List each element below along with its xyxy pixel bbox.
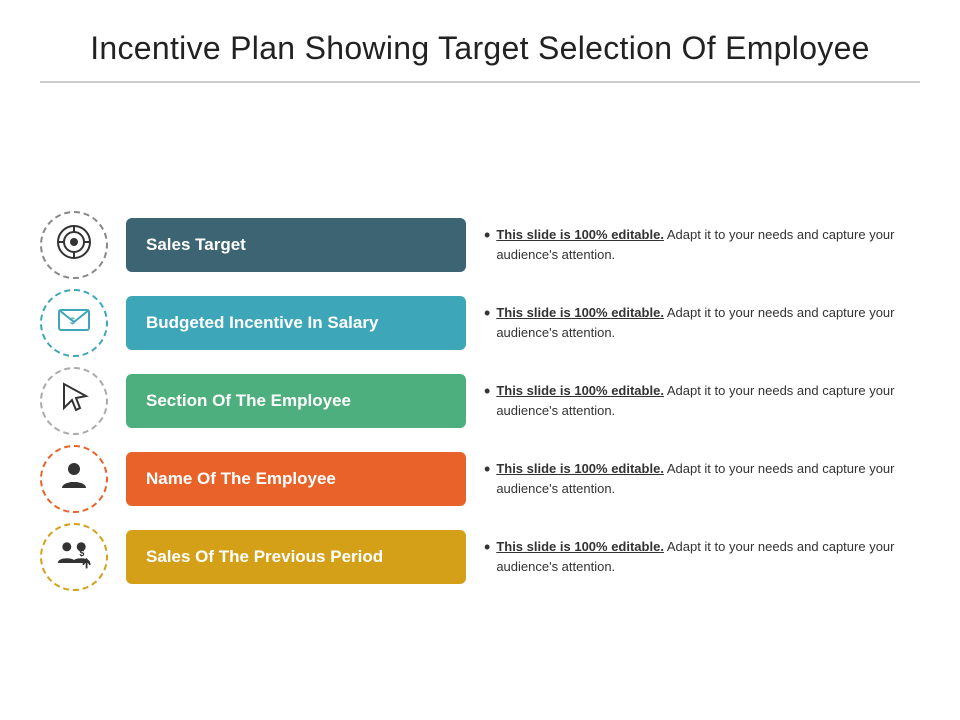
label-text-sales-target: Sales Target — [146, 235, 246, 255]
slide-title: Incentive Plan Showing Target Selection … — [40, 30, 920, 83]
label-text-name: Name Of The Employee — [146, 469, 336, 489]
icon-circle-sales-target — [40, 211, 108, 279]
envelope-dollar-icon: $ — [56, 302, 92, 343]
description-budgeted: • This slide is 100% editable. Adapt it … — [484, 303, 920, 342]
group-dollar-icon: $ — [56, 536, 92, 577]
label-box-name: Name Of The Employee — [126, 452, 466, 506]
row-sales-target: Sales Target • This slide is 100% editab… — [40, 211, 920, 279]
target-icon — [56, 224, 92, 265]
desc-bold-5: This slide is 100% editable. — [496, 539, 664, 554]
bullet-4: • — [484, 459, 490, 481]
icon-circle-name — [40, 445, 108, 513]
bullet-2: • — [484, 303, 490, 325]
person-icon — [56, 458, 92, 499]
row-name-employee: Name Of The Employee • This slide is 100… — [40, 445, 920, 513]
icon-circle-section — [40, 367, 108, 435]
desc-bold-1: This slide is 100% editable. — [496, 227, 664, 242]
desc-bold-2: This slide is 100% editable. — [496, 305, 664, 320]
row-section-employee: Section Of The Employee • This slide is … — [40, 367, 920, 435]
label-box-section: Section Of The Employee — [126, 374, 466, 428]
icon-circle-budgeted: $ — [40, 289, 108, 357]
description-section: • This slide is 100% editable. Adapt it … — [484, 381, 920, 420]
cursor-icon — [56, 380, 92, 421]
description-previous: • This slide is 100% editable. Adapt it … — [484, 537, 920, 576]
label-box-budgeted: Budgeted Incentive In Salary — [126, 296, 466, 350]
rows-container: Sales Target • This slide is 100% editab… — [40, 111, 920, 690]
label-text-section: Section Of The Employee — [146, 391, 351, 411]
svg-text:$: $ — [70, 316, 75, 326]
description-sales-target: • This slide is 100% editable. Adapt it … — [484, 225, 920, 264]
bullet-1: • — [484, 225, 490, 247]
svg-text:$: $ — [79, 548, 84, 558]
desc-bold-4: This slide is 100% editable. — [496, 461, 664, 476]
description-name: • This slide is 100% editable. Adapt it … — [484, 459, 920, 498]
row-sales-previous: $ Sales Of The Previous Period • This sl… — [40, 523, 920, 591]
label-text-budgeted: Budgeted Incentive In Salary — [146, 313, 378, 333]
label-box-previous: Sales Of The Previous Period — [126, 530, 466, 584]
desc-bold-3: This slide is 100% editable. — [496, 383, 664, 398]
bullet-5: • — [484, 537, 490, 559]
row-budgeted-incentive: $ Budgeted Incentive In Salary • This sl… — [40, 289, 920, 357]
icon-circle-previous: $ — [40, 523, 108, 591]
slide: Incentive Plan Showing Target Selection … — [0, 0, 960, 720]
label-box-sales-target: Sales Target — [126, 218, 466, 272]
label-text-previous: Sales Of The Previous Period — [146, 547, 383, 567]
bullet-3: • — [484, 381, 490, 403]
